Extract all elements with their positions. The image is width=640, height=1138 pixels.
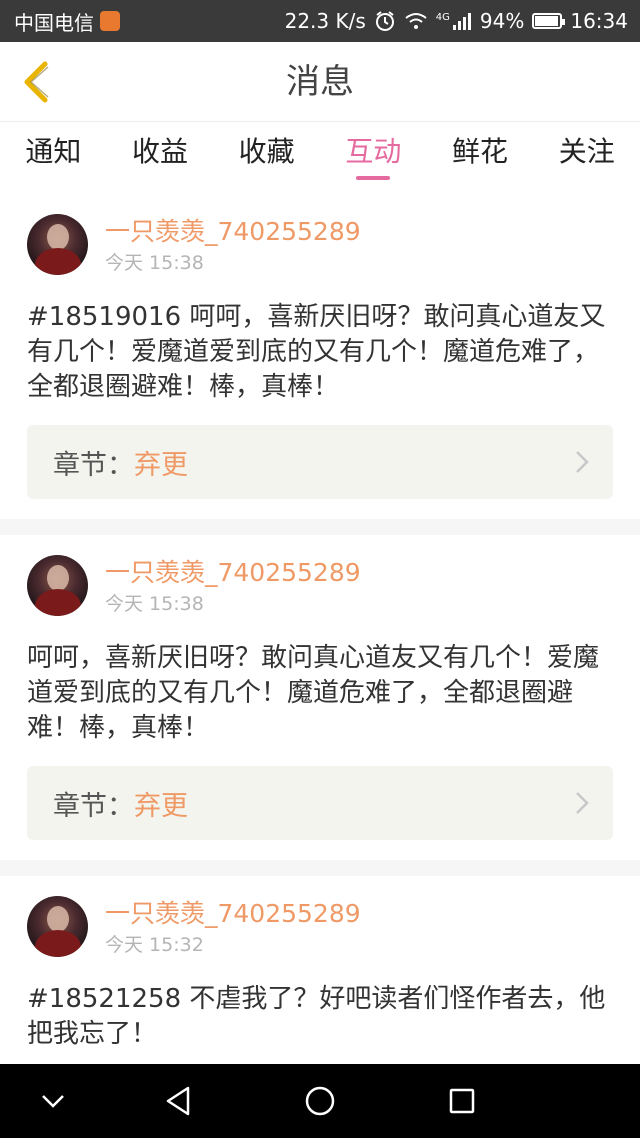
network-speed: 22.3 K/s [284,9,366,33]
username[interactable]: 一只羡羡_740255289 [105,557,361,589]
battery-percent: 94% [479,9,525,33]
avatar[interactable] [27,896,88,957]
chevron-right-icon [576,792,589,814]
recents-square-icon [449,1088,475,1114]
tab-label: 收藏 [238,135,295,168]
battery-icon [532,13,566,29]
message-content: #18521258 不虐我了？好吧读者们怪作者去，他把我忘了！ [27,984,606,1049]
timestamp: 今天 15:38 [105,593,204,615]
status-bar: 中国电信 22.3 K/s 4G 94% 16:34 [0,0,640,42]
wifi-icon [404,11,428,31]
chapter-link[interactable]: 章节： 弃更 [27,766,613,840]
chevron-right-icon [576,451,589,473]
tab-label: 鲜花 [452,135,509,168]
tab-interactions[interactable]: 互动 [320,122,427,194]
chevron-down-icon [42,1095,64,1108]
back-nav-button[interactable] [138,1064,218,1138]
recents-nav-button[interactable] [422,1064,502,1138]
tab-notifications[interactable]: 通知 [0,122,107,194]
system-nav-bar [0,1064,640,1138]
chapter-link[interactable]: 章节： 弃更 [27,425,613,499]
home-circle-icon [305,1086,335,1116]
cell-signal-icon: 4G [436,12,472,30]
message-card: 一只羡羡_740255289 今天 15:38 呵呵，喜新厌旧呀？敢问真心道友又… [0,535,640,860]
chapter-label: 章节： [53,790,134,822]
chapter-label: 章节： [53,449,134,481]
back-triangle-icon [166,1086,190,1116]
clock: 16:34 [570,9,628,33]
alarm-icon [374,10,396,32]
carrier-name: 中国电信 [14,10,94,35]
home-nav-button[interactable] [280,1064,360,1138]
tab-bar: 通知 收益 收藏 互动 鲜花 关注 [0,122,640,194]
chapter-name: 弃更 [134,790,188,822]
tab-earnings[interactable]: 收益 [107,122,214,194]
signal-type-label: 4G [435,12,450,23]
timestamp: 今天 15:38 [105,252,204,274]
chapter-name: 弃更 [134,449,188,481]
hide-nav-button[interactable] [13,1064,93,1138]
tab-label: 通知 [25,135,82,168]
carrier-app-icon [100,11,120,31]
tab-flowers[interactable]: 鲜花 [427,122,534,194]
app-header: 消息 [0,42,640,122]
tab-label: 关注 [558,135,615,168]
username[interactable]: 一只羡羡_740255289 [105,216,361,248]
page-title: 消息 [286,62,354,102]
message-content: #18519016 呵呵，喜新厌旧呀？敢问真心道友又有几个！爱魔道爱到底的又有几… [27,302,606,402]
tab-following[interactable]: 关注 [533,122,640,194]
tab-favorites[interactable]: 收藏 [213,122,320,194]
avatar[interactable] [27,555,88,616]
message-content: 呵呵，喜新厌旧呀？敢问真心道友又有几个！爱魔道爱到底的又有几个！魔道危难了，全都… [27,643,600,743]
active-tab-indicator [356,176,391,180]
username[interactable]: 一只羡羡_740255289 [105,898,361,930]
tab-label: 收益 [132,135,189,168]
avatar[interactable] [27,214,88,275]
message-list[interactable]: 一只羡羡_740255289 今天 15:38 #18519016 呵呵，喜新厌… [0,194,640,1064]
message-card: 一只羡羡_740255289 今天 15:32 #18521258 不虐我了？好… [0,876,640,1064]
tab-label: 互动 [345,135,402,168]
timestamp: 今天 15:32 [105,934,204,956]
message-card: 一只羡羡_740255289 今天 15:38 #18519016 呵呵，喜新厌… [0,194,640,519]
